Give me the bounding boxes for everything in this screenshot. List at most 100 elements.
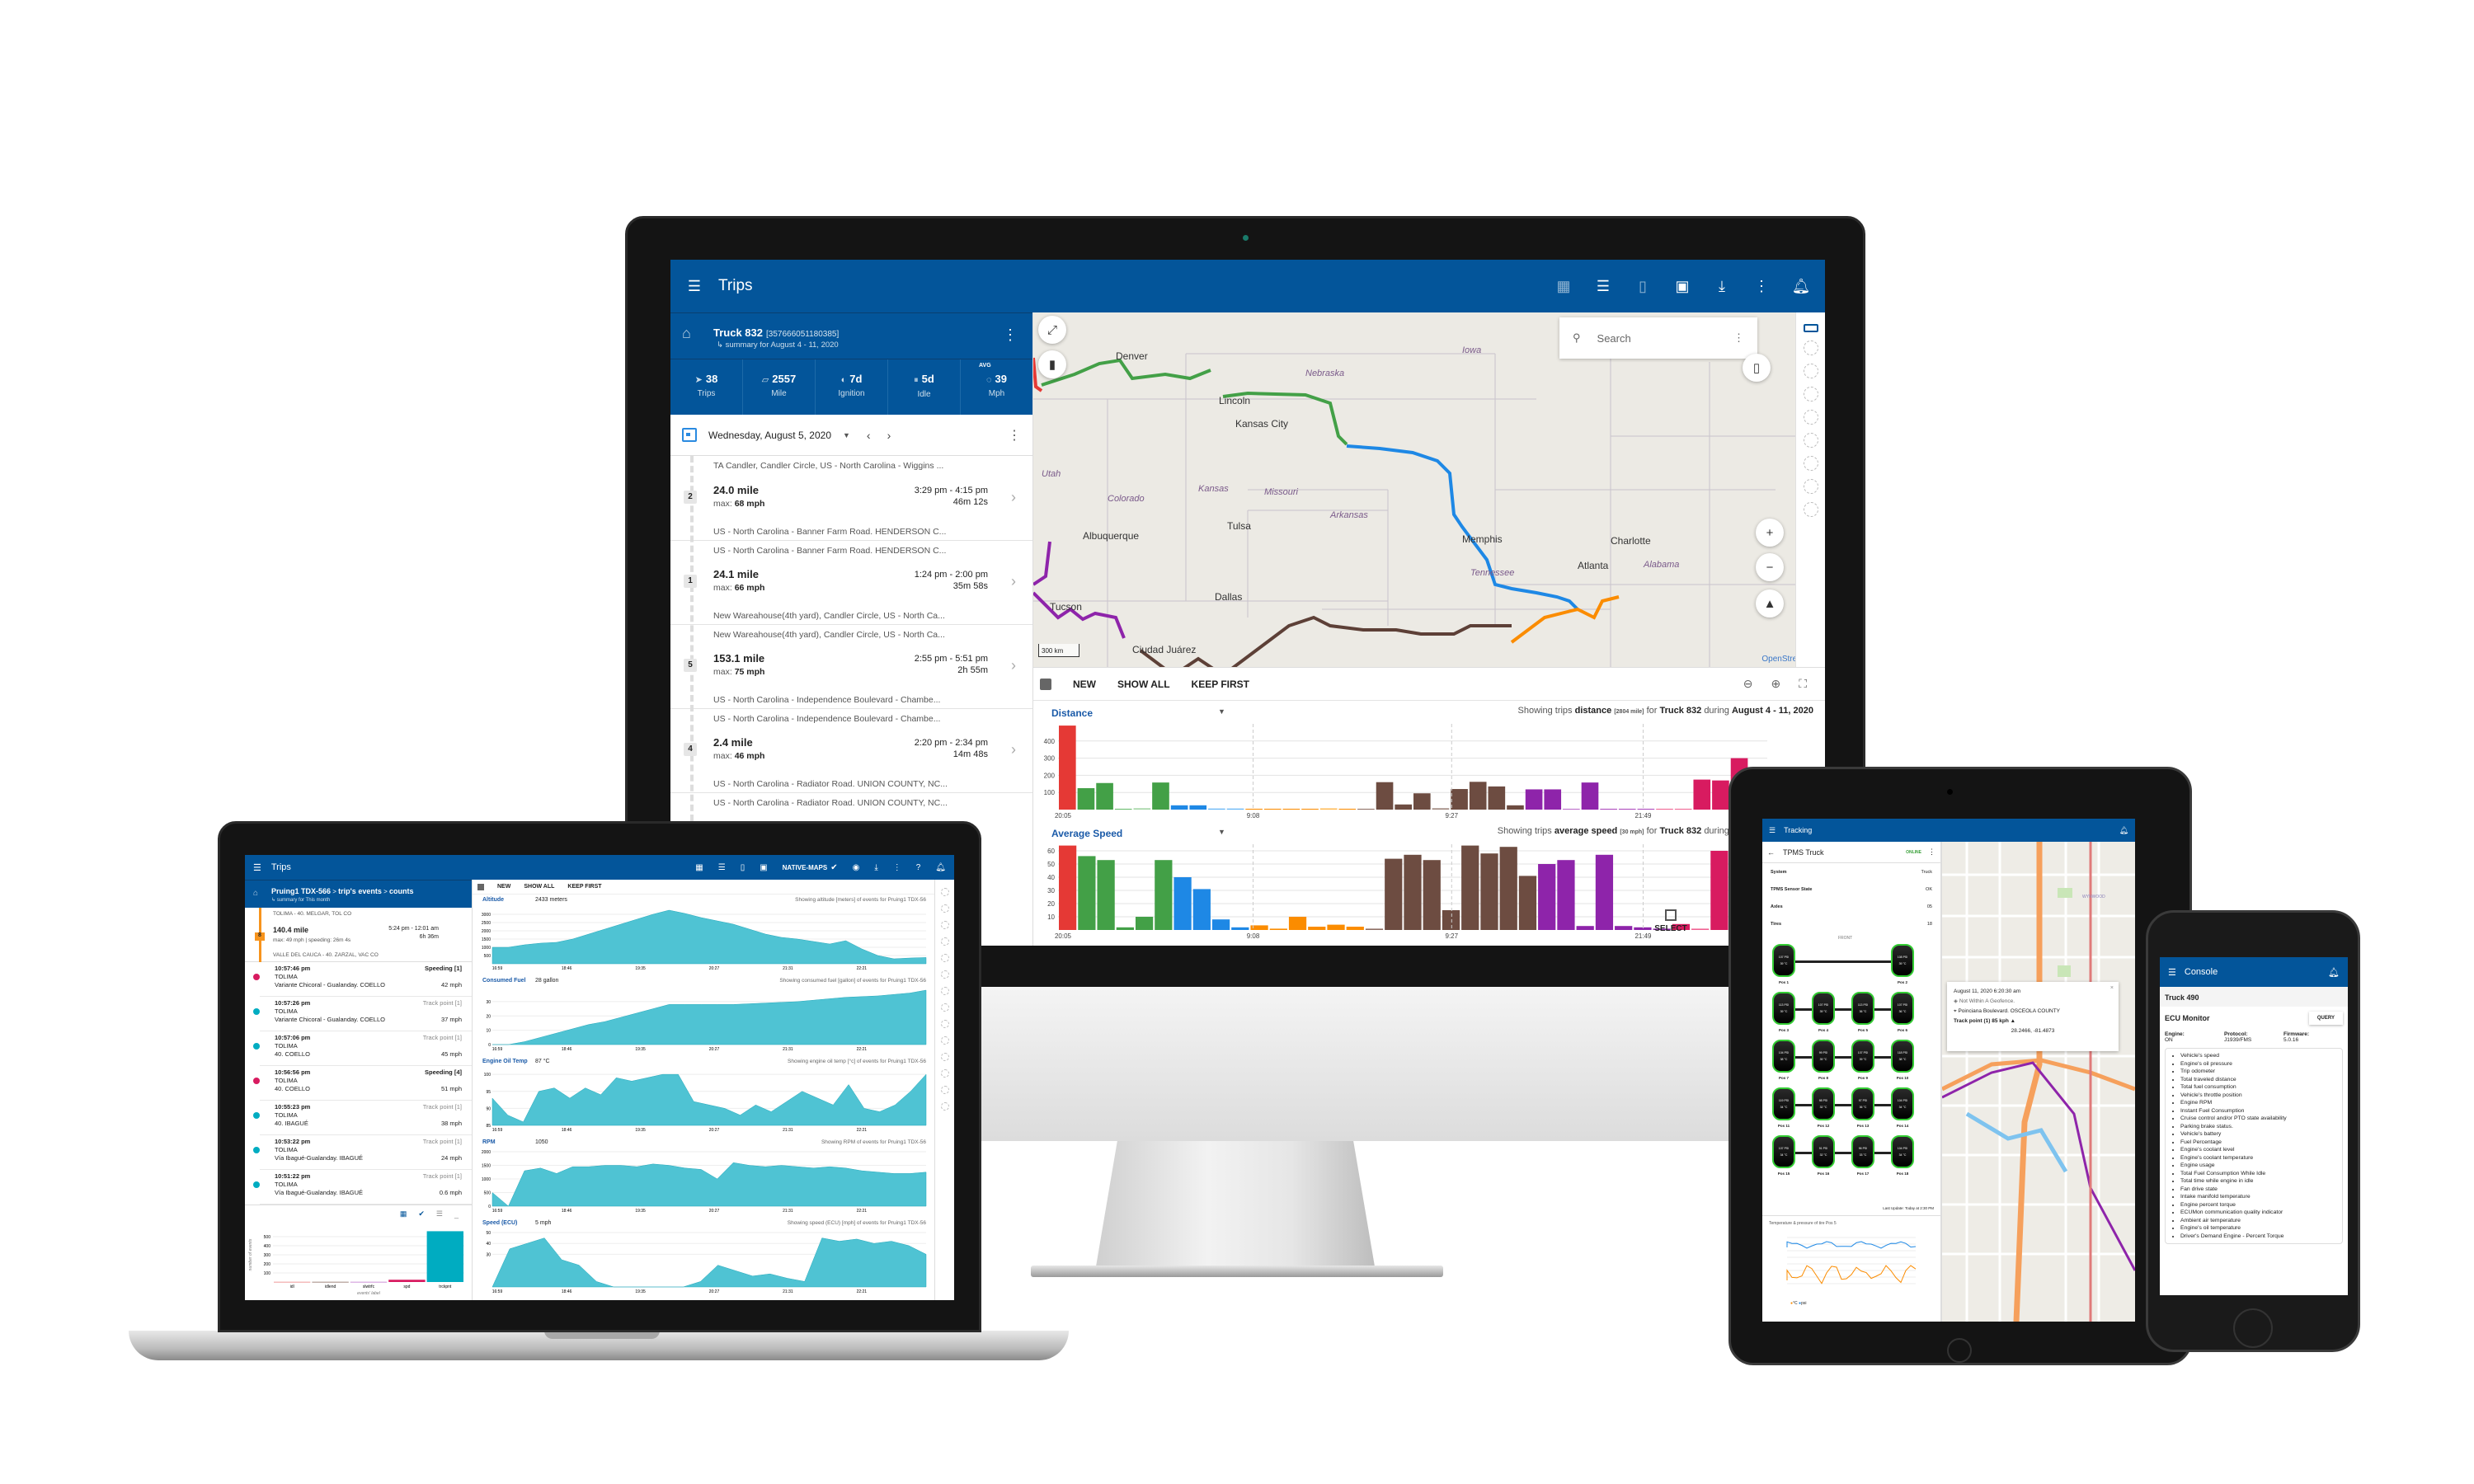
- bar[interactable]: [1174, 877, 1192, 930]
- selected-trip[interactable]: 8 TOLIMA - 40. MELGAR, TOL CO 140.4 mile…: [245, 908, 472, 962]
- prev-day-button[interactable]: ‹: [867, 429, 871, 442]
- help-icon[interactable]: ?: [916, 863, 921, 872]
- tire[interactable]: 104 PSI 34 °C: [1891, 1087, 1914, 1120]
- tire[interactable]: 118 PSI 38 °C: [1891, 1040, 1914, 1073]
- bar[interactable]: [1618, 808, 1636, 810]
- bar[interactable]: [1133, 808, 1151, 810]
- tire[interactable]: 107 PSI 39 °C: [1812, 992, 1835, 1025]
- bar[interactable]: [1096, 782, 1113, 810]
- calendar-icon[interactable]: ▣: [1673, 277, 1691, 295]
- bar[interactable]: [1059, 726, 1076, 810]
- download-icon[interactable]: ⤓: [1713, 277, 1731, 295]
- tire[interactable]: 98 PSI 32 °C: [1812, 1087, 1835, 1120]
- map-icon[interactable]: ▯: [1634, 277, 1652, 295]
- tracking-map[interactable]: WYNWOOD × August 11, 2020 6:20:30 am ◈ N…: [1942, 842, 2135, 1322]
- trip-row[interactable]: 2 24.0 mile max: 68 mph 3:29 pm - 4:15 p…: [670, 474, 1032, 522]
- search-input[interactable]: Search: [1597, 332, 1631, 345]
- fullscreen-button[interactable]: ⤢: [1038, 316, 1066, 344]
- event-row[interactable]: 10:56:56 pm Speeding [4] TOLIMA 40. COEL…: [253, 1066, 472, 1101]
- legend-celsius[interactable]: °C: [1793, 1301, 1798, 1306]
- keep-first-button[interactable]: KEEP FIRST: [567, 884, 601, 890]
- event-row[interactable]: 10:57:26 pm Track point [1] TOLIMA Varia…: [253, 997, 472, 1031]
- bar[interactable]: [1338, 808, 1357, 810]
- bar[interactable]: [1595, 854, 1614, 930]
- metric-icon[interactable]: [940, 888, 949, 896]
- bar[interactable]: [1634, 927, 1652, 930]
- zoom-in-button[interactable]: +: [1756, 519, 1784, 547]
- bar[interactable]: [1231, 927, 1249, 930]
- tire[interactable]: 119 PSI 34 °C: [1772, 1087, 1795, 1120]
- bar[interactable]: [1357, 808, 1375, 810]
- bar[interactable]: [1423, 860, 1441, 930]
- tire[interactable]: 104 PSI 34 °C: [1891, 1135, 1914, 1168]
- map-search[interactable]: ⚲ Search ⋮: [1559, 317, 1757, 359]
- bar[interactable]: [1245, 808, 1263, 810]
- menu-icon[interactable]: ☰: [685, 277, 703, 295]
- bar[interactable]: [1226, 808, 1244, 810]
- zoom-in-icon[interactable]: ⊕: [1771, 677, 1780, 691]
- tire[interactable]: 91 PSI 32 °C: [1812, 1135, 1835, 1168]
- bar[interactable]: [1170, 805, 1188, 810]
- bar[interactable]: [1451, 789, 1468, 810]
- new-button[interactable]: NEW: [497, 884, 510, 890]
- query-button[interactable]: QUERY: [2309, 1012, 2343, 1025]
- event-row[interactable]: 10:53:22 pm Track point [1] TOLIMA Vía I…: [253, 1135, 472, 1170]
- bar[interactable]: [1077, 788, 1095, 810]
- bar[interactable]: [1469, 782, 1487, 810]
- map-layers-button[interactable]: ▯: [1743, 354, 1771, 382]
- more-icon[interactable]: ⋮: [1752, 277, 1771, 295]
- chart-value[interactable]: 2433 meters: [535, 897, 567, 903]
- breadcrumb-vehicle[interactable]: Pruing1 TDX-566: [271, 887, 331, 895]
- metric-icon[interactable]: [940, 987, 949, 995]
- trip-row[interactable]: 4 2.4 mile max: 46 mph 2:20 pm - 2:34 pm…: [670, 726, 1032, 774]
- bar[interactable]: [1693, 779, 1711, 810]
- bar[interactable]: [388, 1280, 426, 1282]
- back-icon[interactable]: ←: [1767, 848, 1775, 857]
- metric-icon[interactable]: [940, 954, 949, 962]
- drop-icon[interactable]: [1803, 456, 1818, 471]
- bar[interactable]: [1507, 805, 1524, 810]
- bar[interactable]: [1544, 789, 1562, 810]
- trip-row[interactable]: 1 24.1 mile max: 66 mph 1:24 pm - 2:00 p…: [670, 558, 1032, 606]
- event-row[interactable]: 10:57:06 pm Track point [1] TOLIMA 40. C…: [253, 1031, 472, 1066]
- bar[interactable]: [1059, 845, 1077, 930]
- chart-title[interactable]: Altitude: [482, 897, 504, 903]
- bar[interactable]: [1581, 782, 1599, 810]
- bar[interactable]: [274, 1281, 311, 1283]
- bar[interactable]: [1189, 805, 1207, 810]
- bar[interactable]: [1600, 808, 1617, 810]
- tire[interactable]: 96 PSI 33 °C: [1851, 1135, 1874, 1168]
- metric-icon[interactable]: [940, 1053, 949, 1061]
- ruler-icon[interactable]: [1803, 324, 1818, 332]
- tire[interactable]: 113 PSI 39 °C: [1772, 992, 1795, 1025]
- home-button[interactable]: [1947, 1338, 1972, 1363]
- chart-value[interactable]: 5 mph: [535, 1220, 551, 1226]
- compass-button[interactable]: ▲: [1756, 589, 1784, 618]
- check-circle-icon[interactable]: ✔: [418, 1209, 425, 1219]
- metric-icon[interactable]: [940, 1069, 949, 1078]
- bar[interactable]: [1432, 808, 1450, 810]
- bar[interactable]: [1152, 782, 1169, 810]
- metric-icon[interactable]: [940, 1020, 949, 1028]
- new-button[interactable]: NEW: [1073, 679, 1096, 690]
- bell-icon[interactable]: 🔔︎: [935, 863, 946, 872]
- chart-value[interactable]: 28 gallon: [535, 978, 558, 984]
- bar[interactable]: [1442, 910, 1460, 930]
- bar[interactable]: [1346, 927, 1364, 930]
- metric-icon[interactable]: [940, 921, 949, 929]
- bar[interactable]: [1327, 924, 1345, 930]
- bar[interactable]: [1208, 808, 1225, 810]
- chart-title[interactable]: Engine Oil Temp: [482, 1059, 528, 1064]
- bell-icon[interactable]: 🔔︎: [2328, 967, 2340, 978]
- bell-icon[interactable]: 🔔︎: [2119, 826, 2128, 835]
- list-icon[interactable]: [1803, 433, 1818, 448]
- chevron-right-icon[interactable]: ›: [1011, 657, 1016, 674]
- bar[interactable]: [1114, 808, 1132, 810]
- bar[interactable]: [1637, 808, 1655, 810]
- pause-icon[interactable]: [1803, 387, 1818, 402]
- tire[interactable]: 113 PSI 36 °C: [1851, 992, 1874, 1025]
- dashboard-icon[interactable]: ▦: [695, 863, 703, 872]
- metric-icon[interactable]: [940, 1102, 949, 1111]
- date-more-icon[interactable]: ⋮: [1008, 427, 1021, 444]
- bar[interactable]: [1563, 808, 1580, 810]
